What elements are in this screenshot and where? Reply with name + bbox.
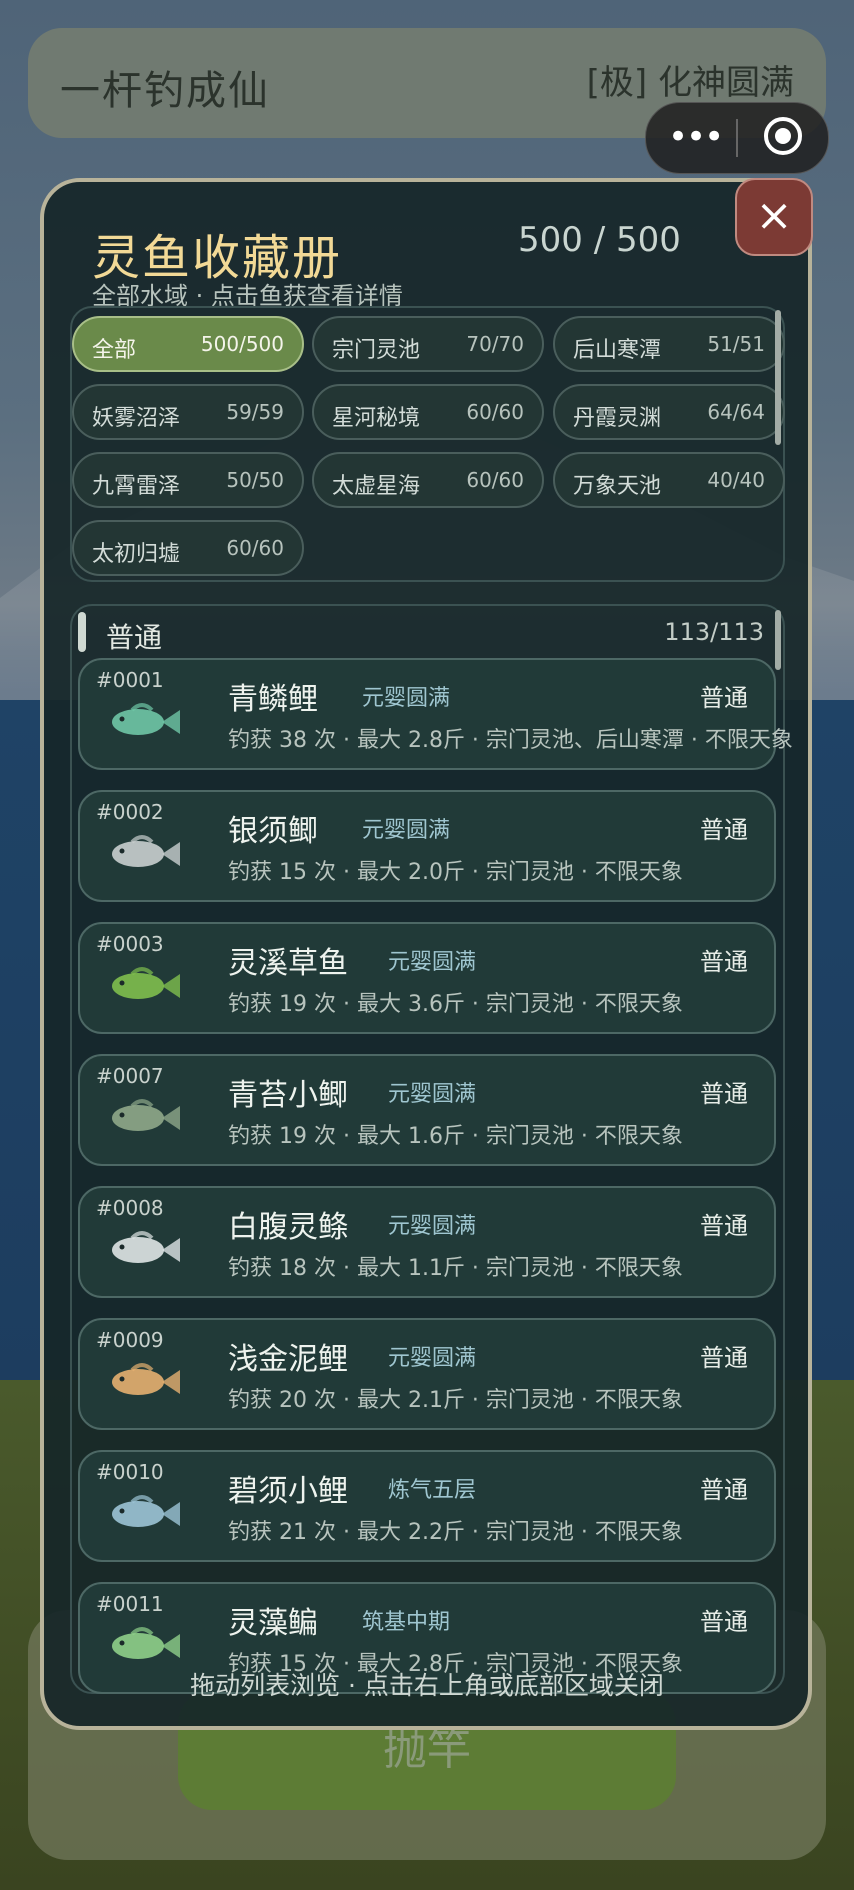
fish-icon — [112, 967, 180, 999]
capsule-divider — [736, 119, 738, 157]
fish-stats: 钓获 19 次 · 最大 1.6斤 · 宗门灵池 · 不限天象 — [228, 1124, 683, 1149]
filter-chip-name: 妖雾沼泽 — [92, 406, 181, 431]
close-button[interactable]: × — [735, 178, 813, 256]
fish-stats: 钓获 19 次 · 最大 3.6斤 · 宗门灵池 · 不限天象 — [228, 992, 683, 1017]
section-count: 113/113 — [664, 618, 764, 646]
fish-name: 碧须小鲤 — [228, 1474, 348, 1509]
fish-name: 银须鲫 — [228, 814, 318, 849]
filter-chip[interactable]: 太虚星海 60/60 — [312, 452, 544, 508]
fish-icon — [112, 1627, 180, 1659]
list-scrollbar[interactable] — [775, 610, 781, 670]
fish-rarity: 普通 — [700, 1080, 748, 1108]
fish-rarity: 普通 — [700, 1608, 748, 1636]
filter-chip-name: 丹霞灵渊 — [573, 406, 662, 431]
collection-count: 500 / 500 — [518, 220, 681, 260]
fish-realm: 元婴圆满 — [388, 1346, 477, 1371]
app-title: 一杆钓成仙 — [60, 68, 270, 114]
filter-chip-name: 星河秘境 — [332, 406, 421, 431]
fish-card[interactable]: #0009 浅金泥鲤 元婴圆满 普通 钓获 20 次 · 最大 2.1斤 · 宗门灵池 … — [78, 1318, 776, 1430]
filter-chip[interactable]: 宗门灵池 70/70 — [312, 316, 544, 372]
filter-chip[interactable]: 万象天池 40/40 — [553, 452, 785, 508]
cultivation-realm: [极] 化神圆满 — [586, 63, 794, 103]
fish-icon — [112, 1495, 180, 1527]
fish-stats: 钓获 15 次 · 最大 2.0斤 · 宗门灵池 · 不限天象 — [228, 860, 683, 885]
fish-rarity: 普通 — [700, 684, 748, 712]
filter-chip-count: 500/500 — [200, 332, 284, 356]
fish-rarity: 普通 — [700, 1212, 748, 1240]
fish-name: 青苔小鲫 — [228, 1078, 348, 1113]
filter-chip-count: 60/60 — [466, 468, 524, 492]
fish-name: 白腹灵鲦 — [228, 1210, 348, 1245]
fish-id: #0010 — [96, 1460, 164, 1484]
filter-chip[interactable]: 九霄雷泽 50/50 — [72, 452, 304, 508]
fish-id: #0002 — [96, 800, 164, 824]
filter-chip-name: 全部 — [92, 338, 137, 363]
filter-chip-count: 51/51 — [707, 332, 765, 356]
filter-chip-count: 64/64 — [707, 400, 765, 424]
filter-scrollbar[interactable] — [775, 310, 781, 445]
fish-icon — [112, 835, 180, 867]
fish-realm: 元婴圆满 — [388, 950, 477, 975]
fish-rarity: 普通 — [700, 1476, 748, 1504]
fish-id: #0009 — [96, 1328, 164, 1352]
filter-chip[interactable]: 妖雾沼泽 59/59 — [72, 384, 304, 440]
fish-id: #0007 — [96, 1064, 164, 1088]
filter-chip-count: 60/60 — [466, 400, 524, 424]
fish-icon — [112, 1363, 180, 1395]
filter-chip-count: 40/40 — [707, 468, 765, 492]
filter-chip-name: 太虚星海 — [332, 474, 421, 499]
section-marker — [78, 612, 86, 652]
fish-realm: 元婴圆满 — [388, 1214, 477, 1239]
filter-chip-count: 60/60 — [226, 536, 284, 560]
fish-stats: 钓获 21 次 · 最大 2.2斤 · 宗门灵池 · 不限天象 — [228, 1520, 683, 1545]
fish-name: 灵溪草鱼 — [228, 946, 348, 981]
fish-id: #0008 — [96, 1196, 164, 1220]
close-miniprogram-icon[interactable] — [764, 117, 802, 155]
fish-card[interactable]: #0010 碧须小鲤 炼气五层 普通 钓获 21 次 · 最大 2.2斤 · 宗门灵池 … — [78, 1450, 776, 1562]
filter-chip-name: 宗门灵池 — [332, 338, 421, 363]
filter-chip-name: 万象天池 — [573, 474, 662, 499]
filter-chip-name: 后山寒潭 — [573, 338, 662, 363]
fish-id: #0001 — [96, 668, 164, 692]
fish-realm: 炼气五层 — [388, 1478, 477, 1503]
more-icon[interactable]: ••• — [668, 117, 724, 157]
fish-rarity: 普通 — [700, 816, 748, 844]
filter-chip-count: 50/50 — [226, 468, 284, 492]
filter-chip-name: 九霄雷泽 — [92, 474, 181, 499]
fish-stats: 钓获 18 次 · 最大 1.1斤 · 宗门灵池 · 不限天象 — [228, 1256, 683, 1281]
fish-id: #0011 — [96, 1592, 164, 1616]
fish-icon — [112, 703, 180, 735]
fish-card[interactable]: #0007 青苔小鲫 元婴圆满 普通 钓获 19 次 · 最大 1.6斤 · 宗门灵池 … — [78, 1054, 776, 1166]
filter-chip[interactable]: 全部 500/500 — [72, 316, 304, 372]
fish-icon — [112, 1231, 180, 1263]
filter-chip-count: 59/59 — [226, 400, 284, 424]
fish-name: 灵藻鳊 — [228, 1606, 318, 1641]
fish-icon — [112, 1099, 180, 1131]
fish-stats: 钓获 38 次 · 最大 2.8斤 · 宗门灵池、后山寒潭 · 不限天象 — [228, 728, 793, 753]
fish-stats: 钓获 20 次 · 最大 2.1斤 · 宗门灵池 · 不限天象 — [228, 1388, 683, 1413]
fish-realm: 筑基中期 — [362, 1610, 451, 1635]
fish-rarity: 普通 — [700, 1344, 748, 1372]
fish-card[interactable]: #0001 青鳞鲤 元婴圆满 普通钓获 38 次 · 最大 2.8斤 · 宗门灵池、后… — [78, 658, 793, 770]
fish-card[interactable]: #0003 灵溪草鱼 元婴圆满 普通 钓获 19 次 · 最大 3.6斤 · 宗门灵池 … — [78, 922, 776, 1034]
filter-chip[interactable]: 星河秘境 60/60 — [312, 384, 544, 440]
fish-realm: 元婴圆满 — [362, 818, 451, 843]
fish-rarity: 普通 — [700, 948, 748, 976]
panel-hint: 拖动列表浏览 · 点击右上角或底部区域关闭 — [190, 1671, 664, 1700]
section-title: 普通 — [106, 621, 163, 654]
fish-realm: 元婴圆满 — [388, 1082, 477, 1107]
fish-name: 浅金泥鲤 — [228, 1342, 348, 1377]
filter-chip[interactable]: 太初归墟 60/60 — [72, 520, 304, 576]
miniprogram-capsule: ••• — [645, 102, 829, 174]
filter-chip[interactable]: 后山寒潭 51/51 — [553, 316, 785, 372]
fish-card[interactable]: #0002 银须鲫 元婴圆满 普通 钓获 15 次 · 最大 2.0斤 · 宗门灵池 ·… — [78, 790, 776, 902]
fish-name: 青鳞鲤 — [228, 682, 318, 717]
fish-card[interactable]: #0008 白腹灵鲦 元婴圆满 普通 钓获 18 次 · 最大 1.1斤 · 宗门灵池 … — [78, 1186, 776, 1298]
fish-realm: 元婴圆满 — [362, 686, 451, 711]
filter-chip-count: 70/70 — [466, 332, 524, 356]
filter-chip-name: 太初归墟 — [92, 542, 181, 567]
fish-id: #0003 — [96, 932, 164, 956]
filter-chip[interactable]: 丹霞灵渊 64/64 — [553, 384, 785, 440]
